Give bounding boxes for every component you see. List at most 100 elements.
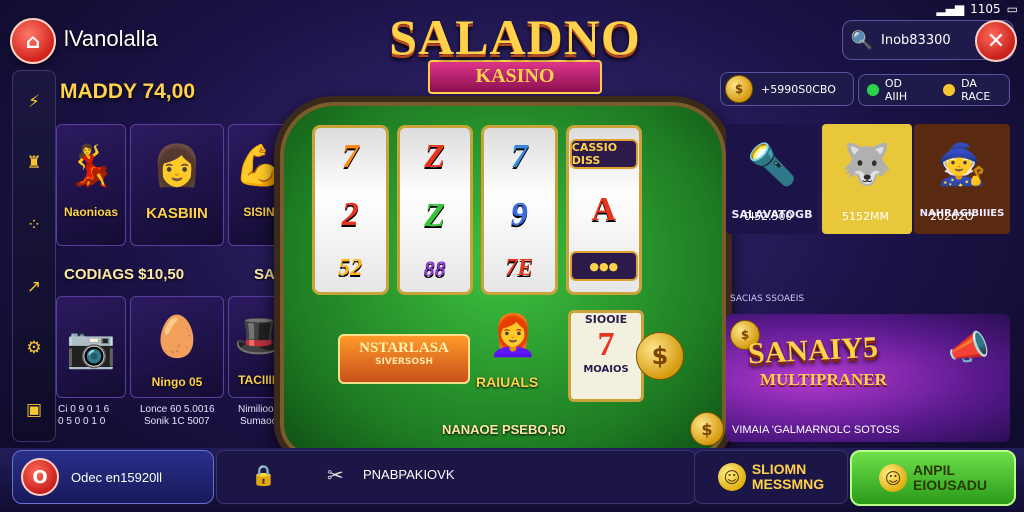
game-title: Ningo 05 xyxy=(151,375,203,389)
close-button[interactable]: ✕ xyxy=(975,20,1017,62)
slot-left-button[interactable]: NSTARLASA SIVERSOSH xyxy=(338,334,470,384)
bell-icon[interactable]: ♜ xyxy=(26,153,41,173)
chart-icon[interactable]: ↗ xyxy=(27,277,41,297)
bottom-tools: 🔒 ✂ PNABPAKIOVK xyxy=(216,450,696,504)
smiley-icon: ☺ xyxy=(717,463,746,491)
search-input[interactable]: Inob83300 xyxy=(881,33,951,48)
sidebar-rail: ⚡ ♜ ⁘ ↗ ⚙ ▣ xyxy=(12,70,56,442)
game-tile[interactable]: 👩 KASBIIN xyxy=(130,124,224,246)
megaphone-icon: 📣 xyxy=(947,328,990,368)
reel-symbol: Z xyxy=(424,196,446,234)
toggle-group[interactable]: OD AIIH DA RACE xyxy=(858,74,1010,106)
slot-mid-label: RAIUALS xyxy=(476,374,539,390)
record-label: Odec en15920ll xyxy=(71,469,163,485)
coin-icon: $ xyxy=(636,332,684,380)
reel: Z Z 88 xyxy=(396,125,473,295)
promo-banner[interactable]: $ SANAIY5 MULTIPRANER 📣 VIMAIA 'GALMARNO… xyxy=(726,314,1010,442)
status-bar: ▂▄▆ 1105 ▭ xyxy=(936,2,1018,16)
reel-chip: ●●● xyxy=(569,251,638,281)
home-button[interactable]: ⌂ xyxy=(10,18,56,64)
wolf-icon: 🐺 xyxy=(842,141,892,188)
close-icon: ✕ xyxy=(986,28,1006,54)
battery-icon: ▭ xyxy=(1006,2,1018,16)
slot-card-number: 7 xyxy=(597,326,615,363)
slot-card[interactable]: SIOOIE 7 MOAIOS xyxy=(568,310,644,402)
tools-icon[interactable]: ✂ xyxy=(327,463,344,487)
slot-footer: NANAOE PSEBO,50 xyxy=(442,422,566,437)
game-sub: Lonce 60 5.0016 xyxy=(140,404,215,415)
game-art: 👩 xyxy=(152,142,202,189)
coins-value: +5990S0CBO xyxy=(761,82,836,96)
game-value: 20262O xyxy=(930,210,974,223)
bolt-icon[interactable]: ⚡ xyxy=(28,92,40,112)
status-text: 1105 xyxy=(970,2,1001,16)
reel-symbol: 9 xyxy=(510,196,528,234)
game-tile[interactable]: 🥚 Ningo 05 xyxy=(130,296,224,398)
reel-symbol: 7 xyxy=(510,138,528,176)
box-icon[interactable]: ▣ xyxy=(26,400,42,420)
wizard-icon: 🧙 xyxy=(937,141,987,188)
game-title: KASBIIN xyxy=(146,205,208,222)
slot-card-title: SIOOIE xyxy=(584,313,628,326)
reel-symbol: 7E xyxy=(505,254,534,281)
gear-icon[interactable]: ⚙ xyxy=(26,338,41,358)
balance-label: MADDY 74,00 xyxy=(60,80,196,103)
casino-logo: SALADNO KASINO xyxy=(380,8,650,108)
toggle-left-label[interactable]: OD AIIH xyxy=(885,77,927,103)
reel: CASSIO DISS A ●●● xyxy=(565,125,642,295)
grid-icon[interactable]: ⁘ xyxy=(27,215,41,235)
apply-label-2: EIOUSADU xyxy=(913,477,987,493)
reel: 7 9 7E xyxy=(481,125,558,295)
reel-symbol: Z xyxy=(424,138,446,176)
game-sub: 0 5 0 0 1 0 xyxy=(58,416,106,427)
record-icon: O xyxy=(21,458,59,496)
game-sub: Sonik 1C 5007 xyxy=(144,416,210,427)
lock-icon[interactable]: 🔒 xyxy=(251,463,276,487)
gold-dot-icon xyxy=(943,84,956,96)
search-icon: 🔍 xyxy=(850,29,874,51)
messaging-button[interactable]: ☺ SLIOMN MESSMNG xyxy=(694,450,848,504)
tools-label[interactable]: PNABPAKIOVK xyxy=(363,467,455,482)
toggle-right-label[interactable]: DA RACE xyxy=(961,77,1009,103)
messaging-label: SLIOMN xyxy=(751,461,807,477)
banner-title: SANAIY5 xyxy=(747,330,879,371)
reel-symbol: 7 xyxy=(341,138,359,176)
coins-display: $ +5990S0CBO xyxy=(720,72,854,106)
signal-icon: ▂▄▆ xyxy=(936,2,965,16)
reel-symbol: A xyxy=(591,191,617,228)
reel: 7 2 52 xyxy=(312,125,389,295)
reel-symbol: 2 xyxy=(341,196,359,234)
character-icon: 👩‍🦰 xyxy=(488,313,538,359)
reel-symbol: 52 xyxy=(338,254,363,281)
game-art: 💃 xyxy=(66,142,116,189)
game-sub: Ci 0 9 0 1 6 xyxy=(58,404,110,415)
green-dot-icon xyxy=(867,84,879,96)
slot-left-button-label: NSTARLASA xyxy=(359,340,449,356)
banner-subtitle: MULTIPRANER xyxy=(760,370,887,389)
flashlight-icon: 🔦 xyxy=(747,141,797,188)
slot-reels[interactable]: 7 2 52 Z Z 88 7 9 7E CASSIO DISS A ●●● xyxy=(312,125,642,295)
smiley-icon: ☺ xyxy=(879,464,908,492)
messaging-label-2: MESSMNG xyxy=(751,476,825,492)
game-tile[interactable]: 💃 Naonioas xyxy=(56,124,126,246)
game-value: 5152MM xyxy=(842,210,889,223)
apply-button[interactable]: ☺ ANPIL EIOUSADU xyxy=(850,450,1016,506)
coin-icon: $ xyxy=(725,75,753,103)
home-icon: ⌂ xyxy=(25,29,41,53)
slot-left-button-sub: SIVERSOSH xyxy=(374,357,434,367)
username: lVanolalla xyxy=(64,26,158,51)
section-label: SACIAS SSOAEIS xyxy=(730,294,805,304)
game-tile[interactable]: 📷 xyxy=(56,296,126,398)
row-caption: CODIAGS $10,50 xyxy=(64,266,185,283)
game-value: 0l52.500 xyxy=(744,210,793,223)
banner-caption: VIMAIA 'GALMARNOLC SOTOSS xyxy=(732,424,900,436)
reel-symbol: 88 xyxy=(423,255,446,281)
record-button[interactable]: O Odec en15920ll xyxy=(12,450,214,504)
egg-icon: 🥚 xyxy=(152,313,202,360)
reel-chip: CASSIO DISS xyxy=(569,139,638,169)
camera-icon: 📷 xyxy=(66,324,116,371)
game-title: Naonioas xyxy=(63,205,118,219)
logo-title: SALADNO xyxy=(389,9,641,65)
coin-icon: $ xyxy=(690,412,724,446)
apply-label: ANPIL xyxy=(913,462,956,478)
